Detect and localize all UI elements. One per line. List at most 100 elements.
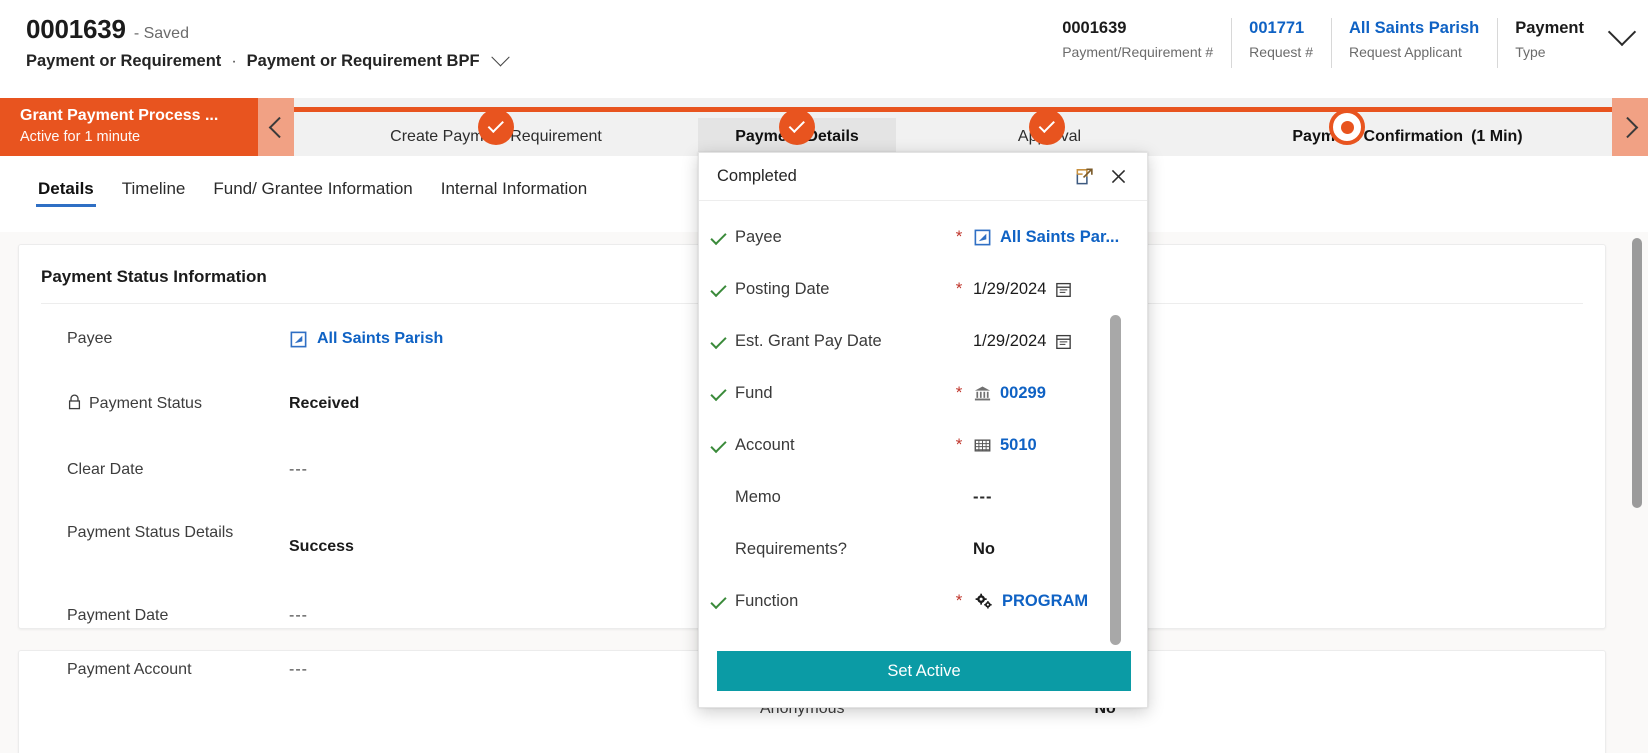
bpf-stage-approval[interactable]: Approval [896, 109, 1203, 156]
field-label: Payment Status Details [67, 524, 234, 541]
flyout-header: Completed [699, 153, 1147, 201]
pop-out-icon[interactable] [1067, 160, 1101, 194]
business-process-flow-bar: Grant Payment Process ... Active for 1 m… [0, 98, 1648, 156]
bpf-process-name: Grant Payment Process ... [20, 107, 219, 124]
quickfield-value[interactable]: All Saints Parish [1349, 16, 1479, 40]
field-label-wrap: Payment Status [67, 392, 289, 416]
bpf-stage-payment-confirmation[interactable]: Payment Confirmation (1 Min) [1203, 109, 1612, 156]
field-value-link[interactable]: All Saints Par... [1000, 228, 1119, 247]
flyout-row-posting-date: Posting Date * 1/29/2024 [699, 263, 1149, 315]
field-row-payment-date: Payment Date --- [67, 604, 308, 628]
field-value-payment-date[interactable]: --- [289, 604, 308, 628]
bpf-stage-create-payment-requirement[interactable]: Create Payment/Requirement [294, 109, 698, 156]
field-row-payee: Payee All Saints Parish [67, 327, 443, 351]
field-complete-check-icon [699, 228, 731, 246]
field-value-memo[interactable]: --- [973, 488, 1149, 507]
chevron-left-icon [268, 116, 290, 138]
bpf-stage-current-icon [1329, 109, 1365, 145]
tab-timeline[interactable]: Timeline [110, 173, 198, 215]
close-icon[interactable] [1101, 160, 1135, 194]
record-title-block: 0001639 - Saved Payment or Requirement ·… [26, 14, 510, 71]
quickfield-request-applicant[interactable]: All Saints Parish Request Applicant [1331, 16, 1497, 72]
field-value-payee[interactable]: All Saints Par... [973, 228, 1149, 247]
quickfield-label: Request # [1249, 44, 1313, 60]
header-expand-button[interactable] [1607, 17, 1637, 47]
field-value-posting-date[interactable]: 1/29/2024 [973, 280, 1149, 299]
field-value-est-grant-pay-date[interactable]: 1/29/2024 [973, 332, 1149, 351]
quickfield-value: 0001639 [1062, 19, 1127, 37]
field-row-clear-date: Clear Date --- [67, 458, 308, 482]
field-row-payment-status-details: Payment Status Details Success [67, 518, 354, 559]
field-value-payee[interactable]: All Saints Parish [289, 327, 443, 351]
bpf-stage-completed-icon [779, 109, 815, 145]
flyout-scrollbar-thumb[interactable] [1110, 315, 1121, 645]
bpf-stage-flyout: Completed Payee * All Saints Par... Post… [698, 152, 1148, 708]
field-value-text: --- [973, 487, 993, 506]
field-value-fund[interactable]: 00299 [973, 384, 1149, 403]
field-value-link[interactable]: 00299 [1000, 384, 1046, 403]
breadcrumb-separator: · [231, 52, 237, 70]
bpf-stage-payment-details[interactable]: Payment Details [698, 109, 896, 156]
field-value-link[interactable]: 5010 [1000, 436, 1037, 455]
bpf-process-title[interactable]: Grant Payment Process ... Active for 1 m… [0, 98, 258, 156]
breadcrumb-bpf-name[interactable]: Payment or Requirement BPF [247, 52, 480, 71]
field-label: Account [735, 435, 795, 454]
tab-fund-grantee-information[interactable]: Fund/ Grantee Information [201, 173, 424, 215]
calendar-icon[interactable] [1054, 332, 1073, 351]
record-saved-status: - Saved [133, 25, 189, 42]
bpf-stage-track: Create Payment/Requirement Payment Detai… [294, 98, 1612, 156]
chevron-right-icon [1616, 116, 1638, 138]
flyout-row-memo: Memo --- [699, 471, 1149, 523]
chevron-down-icon[interactable] [490, 48, 510, 67]
gears-icon [973, 592, 994, 611]
quickfield-label: Payment/Requirement # [1062, 44, 1214, 60]
calendar-icon[interactable] [1054, 280, 1073, 299]
field-value-function[interactable]: PROGRAM [973, 592, 1149, 611]
quickfield-value[interactable]: 001771 [1249, 16, 1313, 40]
field-value-account[interactable]: 5010 [973, 436, 1149, 455]
bpf-stage-completed-icon [1029, 109, 1065, 145]
field-value-payment-status-details: Success [289, 538, 354, 555]
field-complete-check-icon [699, 592, 731, 610]
flyout-field-list: Payee * All Saints Par... Posting Date * [699, 201, 1147, 653]
record-title-line: 0001639 - Saved [26, 14, 507, 45]
field-label: Payment Date [67, 607, 169, 624]
grid-icon [973, 436, 992, 455]
quickfield-payment-requirement-number: 0001639 Payment/Requirement # [1044, 16, 1231, 72]
flyout-row-est-grant-pay-date: Est. Grant Pay Date 1/29/2024 [699, 315, 1149, 367]
field-label: Fund [735, 383, 773, 402]
bpf-stage-completed-icon [478, 109, 514, 145]
tab-details[interactable]: Details [26, 173, 106, 215]
bpf-active-duration: Active for 1 minute [20, 129, 141, 145]
quickfield-request-number[interactable]: 001771 Request # [1231, 16, 1331, 72]
set-active-button[interactable]: Set Active [717, 651, 1131, 691]
field-value-requirements[interactable]: No [973, 540, 1149, 559]
flyout-title: Completed [717, 167, 797, 185]
field-complete-check-icon [699, 332, 731, 350]
bpf-previous-button[interactable] [258, 98, 294, 156]
field-label: Payment Status [89, 395, 202, 412]
quickfield-value: Payment [1515, 19, 1584, 37]
record-breadcrumb: Payment or Requirement · Payment or Requ… [26, 48, 510, 71]
bpf-stage-duration: (1 Min) [1471, 128, 1523, 145]
page-scrollbar-thumb[interactable] [1632, 238, 1642, 508]
header-quickview-fields: 0001639 Payment/Requirement # 001771 Req… [1044, 16, 1637, 74]
field-label: Memo [735, 487, 781, 506]
chevron-down-icon [1607, 17, 1637, 47]
field-complete-check-icon [699, 280, 731, 298]
field-value-payment-status: Received [289, 395, 360, 412]
quickfield-label: Request Applicant [1349, 44, 1462, 60]
flyout-row-account: Account * 5010 [699, 419, 1149, 471]
field-value-link[interactable]: All Saints Parish [317, 327, 443, 351]
field-label: Est. Grant Pay Date [735, 331, 882, 350]
field-label: Clear Date [67, 461, 144, 478]
field-value-link[interactable]: PROGRAM [1002, 592, 1088, 611]
lookup-record-icon [289, 330, 308, 349]
field-value-payment-account[interactable]: --- [289, 658, 308, 682]
field-value-clear-date[interactable]: --- [289, 458, 308, 482]
record-id: 0001639 [26, 14, 126, 44]
tab-internal-information[interactable]: Internal Information [429, 173, 599, 215]
tab-label: Details [38, 179, 94, 198]
field-label: Payee [735, 227, 782, 246]
bpf-next-button[interactable] [1612, 98, 1648, 156]
